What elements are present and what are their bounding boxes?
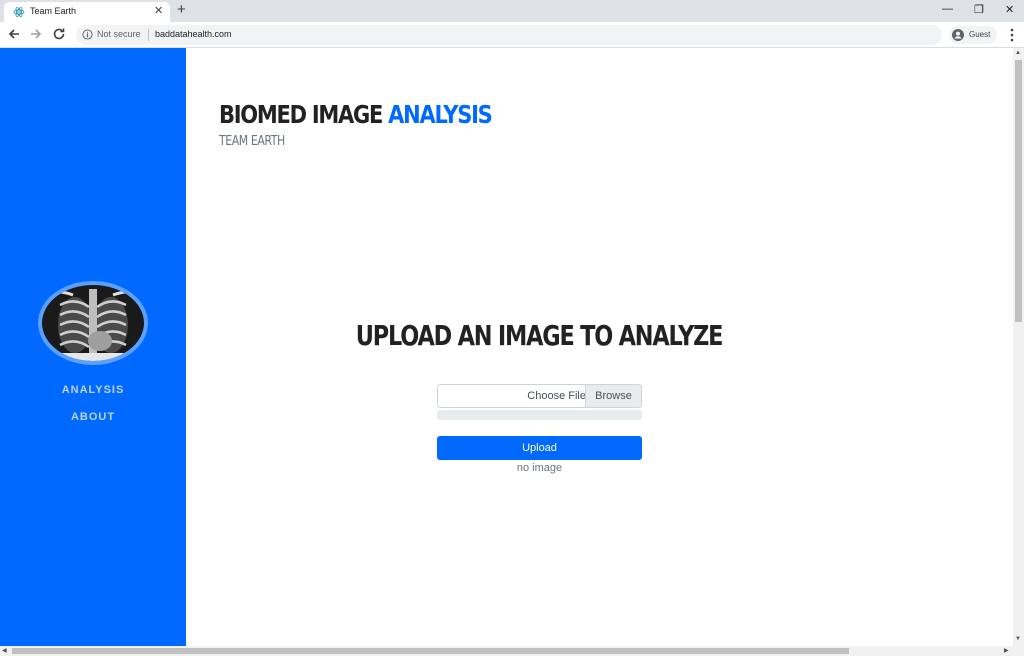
url-text[interactable]: baddatahealth.com xyxy=(155,29,232,39)
chest-xray-image xyxy=(42,285,144,361)
omnibox-divider xyxy=(148,29,149,41)
upload-heading: UPLOAD AN IMAGE TO ANALYZE xyxy=(355,319,724,352)
restore-button[interactable]: ❐ xyxy=(974,3,984,16)
scroll-up-icon[interactable]: ▲ xyxy=(1015,50,1021,56)
title-accent: ANALYSIS xyxy=(388,100,493,129)
vertical-scrollbar[interactable]: ▲ ▼ xyxy=(1013,48,1024,646)
browse-button[interactable]: Browse xyxy=(585,385,641,407)
window-close-button[interactable]: ✕ xyxy=(1005,3,1014,16)
browser-tab[interactable]: Team Earth ✕ xyxy=(4,2,170,22)
new-tab-button[interactable]: + xyxy=(177,1,186,18)
info-icon[interactable] xyxy=(82,29,93,40)
file-input-label: Choose File xyxy=(527,390,586,402)
tab-title: Team Earth xyxy=(30,6,77,16)
kebab-menu-icon[interactable] xyxy=(1006,28,1018,42)
reload-icon[interactable] xyxy=(51,26,67,42)
avatar xyxy=(38,281,148,365)
page-title: BIOMED IMAGE ANALYSIS xyxy=(219,100,493,129)
guest-avatar-icon xyxy=(952,29,964,41)
horizontal-scrollbar[interactable]: ◀ ▶ xyxy=(0,646,1024,656)
browser-tab-strip: Team Earth ✕ + — ❐ ✕ xyxy=(0,0,1024,22)
upload-progress-bar xyxy=(437,410,642,420)
scroll-left-icon[interactable]: ◀ xyxy=(2,647,7,654)
page-subtitle: TEAM EARTH xyxy=(219,134,285,149)
tab-close-icon[interactable]: ✕ xyxy=(154,4,163,17)
upload-status: no image xyxy=(516,462,563,474)
file-input[interactable]: Choose File Browse xyxy=(437,384,642,408)
scroll-right-icon[interactable]: ▶ xyxy=(1004,647,1009,654)
profile-button[interactable]: Guest xyxy=(949,26,997,44)
browser-toolbar: Not secure baddatahealth.com Guest xyxy=(0,22,1024,48)
address-bar[interactable]: Not secure baddatahealth.com xyxy=(76,25,942,45)
upload-button[interactable]: Upload xyxy=(437,436,642,460)
profile-label: Guest xyxy=(969,30,991,39)
scroll-down-icon[interactable]: ▼ xyxy=(1015,636,1021,642)
nav-link-analysis[interactable]: ANALYSIS xyxy=(0,384,186,396)
back-arrow-icon[interactable] xyxy=(6,26,22,42)
security-label: Not secure xyxy=(97,29,141,39)
minimize-button[interactable]: — xyxy=(942,3,953,15)
vertical-scroll-thumb[interactable] xyxy=(1015,60,1022,322)
forward-arrow-icon[interactable] xyxy=(28,26,44,42)
sidebar: ANALYSIS ABOUT xyxy=(0,48,186,646)
react-favicon-icon xyxy=(13,7,25,17)
nav-link-about[interactable]: ABOUT xyxy=(0,411,186,423)
title-main: BIOMED IMAGE xyxy=(219,100,389,129)
horizontal-scroll-thumb[interactable] xyxy=(12,648,849,654)
main-content: BIOMED IMAGE ANALYSIS TEAM EARTH UPLOAD … xyxy=(186,48,1013,646)
